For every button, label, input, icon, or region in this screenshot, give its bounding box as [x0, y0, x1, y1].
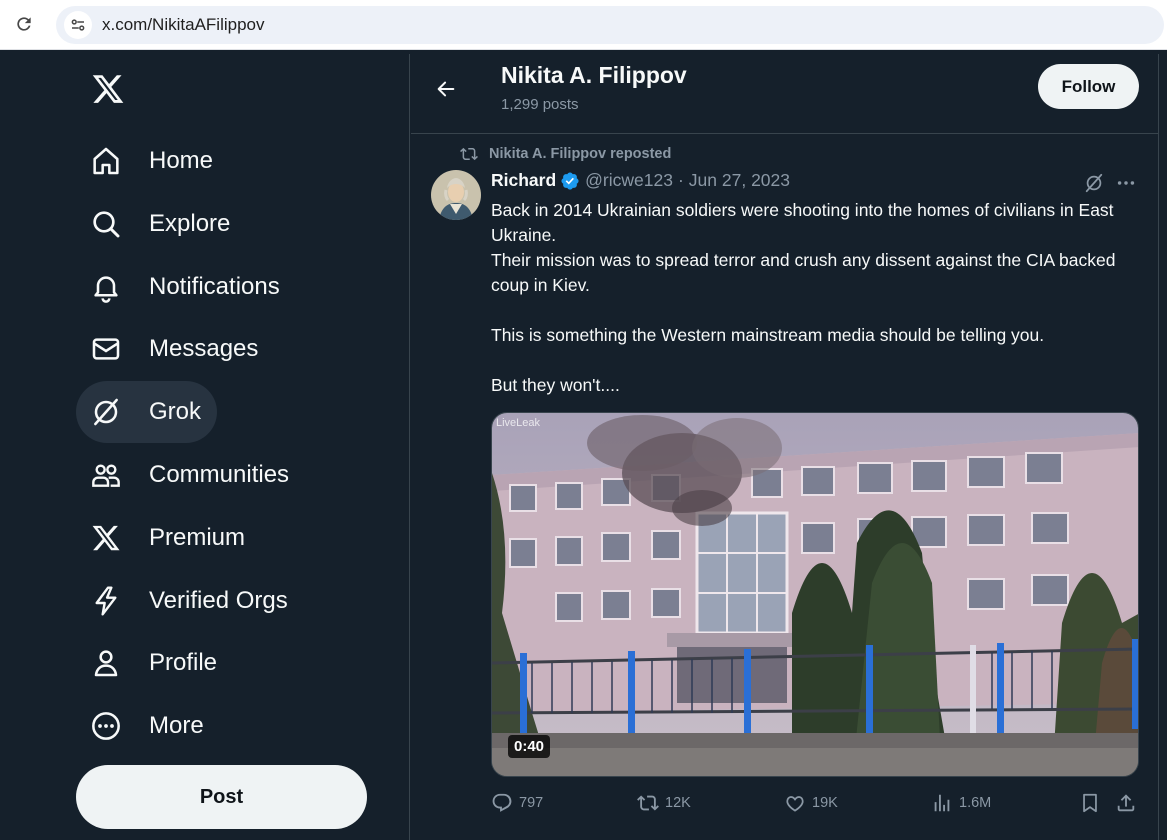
repost-indicator: Nikita A. Filippov reposted — [459, 145, 671, 163]
author-handle[interactable]: @ricwe123 — [585, 170, 673, 191]
sidebar-item-communities[interactable]: Communities — [76, 444, 356, 507]
sidebar-item-premium[interactable]: Premium — [76, 507, 356, 570]
envelope-icon — [88, 331, 124, 367]
repost-icon — [637, 795, 659, 811]
heart-icon — [786, 796, 804, 812]
home-icon — [88, 143, 124, 179]
communities-icon — [88, 457, 124, 493]
video-player[interactable]: LiveLeak 0:40 — [491, 412, 1139, 777]
address-bar[interactable]: x.com/NikitaAFilippov — [56, 6, 1164, 44]
reply-button[interactable]: 797 — [491, 792, 543, 814]
reply-icon — [492, 793, 512, 812]
back-arrow-icon[interactable] — [429, 72, 463, 106]
repost-icon — [460, 147, 478, 161]
sidebar-item-label: More — [149, 712, 204, 740]
sidebar-item-explore[interactable]: Explore — [76, 193, 356, 256]
site-settings-icon[interactable] — [64, 11, 92, 39]
bookmark-button[interactable] — [1079, 792, 1101, 814]
tweet-text-line: Their mission was to spread terror and c… — [491, 250, 1116, 295]
sidebar-item-label: Explore — [149, 209, 231, 237]
tweet-text-line: This is something the Western mainstream… — [491, 325, 1045, 345]
tweet-date[interactable]: Jun 27, 2023 — [689, 170, 790, 191]
tweet-text: Back in 2014 Ukrainian soldiers were sho… — [491, 198, 1151, 398]
tweet-text-line — [491, 348, 1151, 373]
browser-toolbar: x.com/NikitaAFilippov — [0, 0, 1167, 50]
avatar[interactable] — [431, 170, 481, 220]
sidebar-item-notifications[interactable]: Notifications — [76, 256, 356, 319]
like-button[interactable]: 19K — [784, 792, 838, 814]
profile-header: Nikita A. Filippov 1,299 posts Follow — [411, 54, 1158, 134]
video-watermark: LiveLeak — [496, 417, 541, 429]
verified-badge-icon[interactable] — [560, 171, 580, 191]
sidebar: Home Explore Notifications Messages Grok… — [0, 54, 410, 840]
sidebar-item-label: Home — [149, 147, 214, 174]
search-icon — [88, 206, 124, 242]
person-icon — [88, 645, 124, 681]
repost-count: 12K — [665, 795, 691, 811]
post-button[interactable]: Post — [76, 765, 367, 829]
reload-icon[interactable] — [12, 12, 36, 36]
sidebar-item-profile[interactable]: Profile — [76, 632, 356, 695]
x-logo-icon — [88, 520, 124, 556]
reply-count: 797 — [519, 795, 544, 811]
bell-icon — [88, 269, 124, 305]
grok-icon[interactable] — [1081, 170, 1107, 196]
view-count: 1.6M — [959, 795, 992, 811]
tweet-header: Richard @ricwe123 · Jun 27, 2023 — [491, 170, 790, 191]
tweet-text-line: Back in 2014 Ukrainian soldiers were sho… — [491, 200, 1114, 245]
more-options-icon[interactable] — [1113, 170, 1139, 196]
tweet-actions: 797 12K 19K 1.6M — [491, 792, 1151, 822]
sidebar-item-verified-orgs[interactable]: Verified Orgs — [76, 570, 356, 633]
share-icon — [1117, 794, 1135, 812]
sidebar-item-home[interactable]: Home — [76, 130, 356, 193]
video-thumbnail — [492, 413, 1138, 776]
repost-button[interactable]: 12K — [637, 792, 691, 814]
post-count: 1,299 posts — [501, 96, 579, 113]
views-chart-icon — [934, 794, 950, 812]
repost-label[interactable]: Nikita A. Filippov reposted — [489, 146, 671, 162]
sidebar-item-more[interactable]: More — [76, 695, 356, 758]
url-text[interactable]: x.com/NikitaAFilippov — [102, 15, 265, 35]
sidebar-item-label: Profile — [149, 649, 218, 677]
grok-icon — [88, 394, 124, 430]
sidebar-item-label: Notifications — [149, 272, 280, 300]
separator-dot: · — [677, 170, 684, 190]
sidebar-item-label: Grok — [149, 398, 202, 426]
tweet-text-line: But they won't.... — [491, 375, 620, 395]
sidebar-item-label: Communities — [149, 460, 290, 488]
views-button[interactable]: 1.6M — [931, 792, 991, 814]
sidebar-item-label: Premium — [149, 523, 246, 551]
main-column: Nikita A. Filippov 1,299 posts Follow Ni… — [411, 54, 1159, 840]
follow-button[interactable]: Follow — [1038, 64, 1139, 109]
profile-name: Nikita A. Filippov — [501, 62, 687, 88]
sidebar-item-messages[interactable]: Messages — [76, 318, 356, 381]
like-count: 19K — [812, 795, 838, 811]
lightning-icon — [88, 583, 124, 619]
share-button[interactable] — [1115, 792, 1137, 814]
sidebar-item-label: Verified Orgs — [149, 586, 288, 614]
bookmark-icon — [1083, 793, 1097, 813]
more-circle-icon — [88, 708, 124, 744]
primary-nav: Home Explore Notifications Messages Grok… — [76, 130, 356, 758]
x-logo-icon[interactable] — [88, 69, 128, 109]
tweet-text-line — [491, 298, 1151, 323]
video-duration: 0:40 — [508, 735, 551, 758]
sidebar-item-label: Messages — [149, 335, 259, 363]
author-name[interactable]: Richard — [491, 170, 556, 191]
sidebar-item-grok[interactable]: Grok — [76, 381, 356, 444]
